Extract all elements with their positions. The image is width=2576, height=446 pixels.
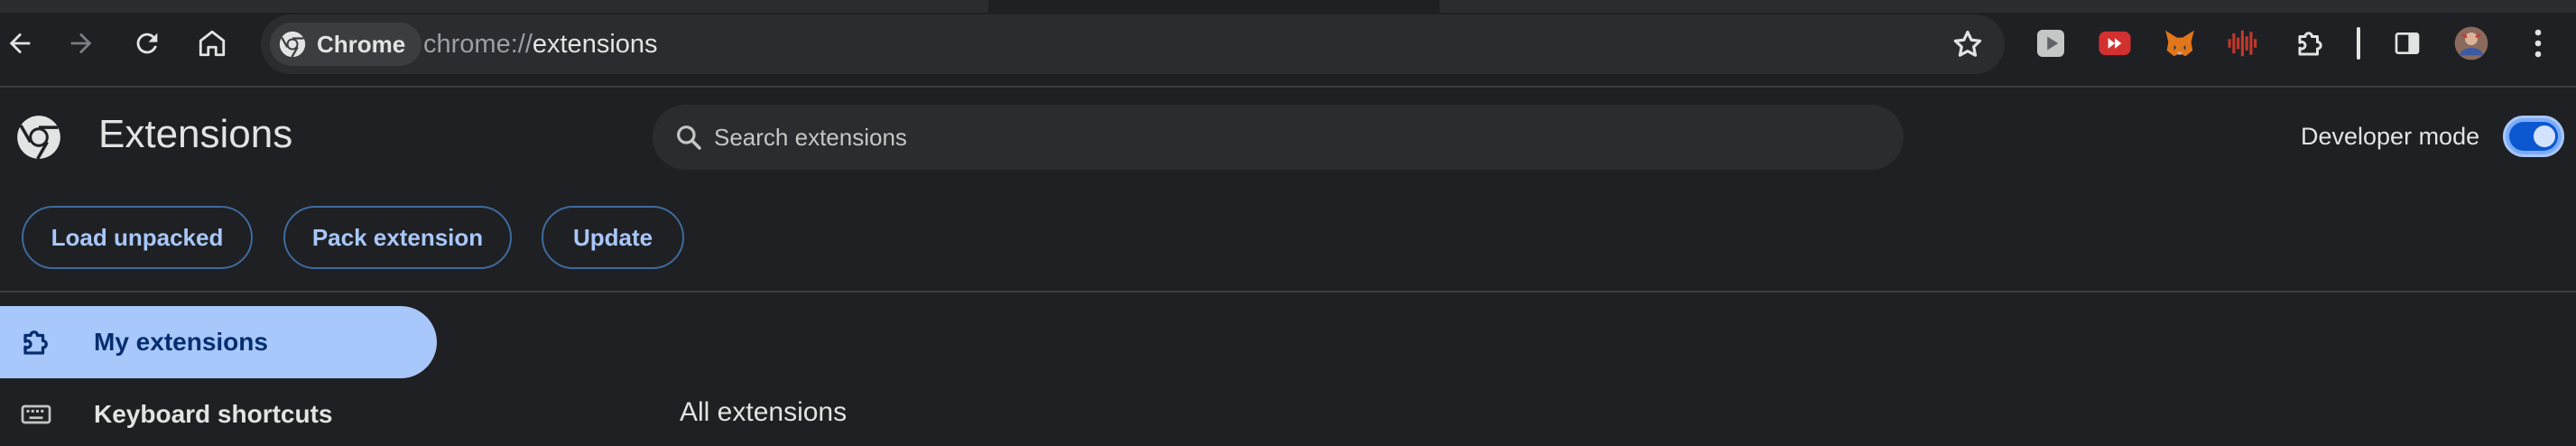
toggle-knob [2534, 125, 2555, 147]
browser-toolbar: Chrome chrome://extensions [0, 0, 2576, 86]
extensions-puzzle-icon[interactable] [2293, 25, 2329, 61]
play-extension-icon[interactable] [2033, 25, 2069, 61]
keyboard-icon [21, 404, 51, 424]
metamask-fox-icon[interactable] [2162, 25, 2198, 61]
sidebar-item-label: Keyboard shortcuts [94, 400, 333, 428]
section-title: All extensions [680, 397, 848, 427]
site-chip-label: Chrome [317, 30, 406, 58]
chrome-logo-icon [17, 116, 60, 160]
sidebar-item-label: My extensions [94, 328, 268, 356]
developer-mode-label: Developer mode [2301, 123, 2480, 150]
update-button[interactable]: Update [542, 206, 684, 269]
forward-icon [70, 33, 92, 54]
url-scheme: chrome:// [423, 29, 533, 59]
toggle-track [2509, 122, 2558, 151]
url-host: extensions [532, 29, 658, 59]
toolbar-divider-line [0, 86, 2576, 88]
side-panel-icon[interactable] [2389, 25, 2425, 61]
puzzle-icon [23, 330, 48, 355]
sidebar-item-keyboard-shortcuts[interactable]: Keyboard shortcuts [0, 378, 437, 446]
search-bar[interactable] [653, 105, 1904, 170]
site-chip[interactable]: Chrome [270, 23, 422, 66]
reload-button[interactable] [122, 18, 172, 69]
bookmark-star-icon[interactable] [1951, 27, 1985, 61]
header-divider-line [0, 291, 2576, 293]
tab-strip [0, 0, 2576, 13]
search-icon [677, 125, 701, 150]
back-icon [9, 33, 31, 54]
chrome-icon [279, 31, 306, 58]
reload-icon [136, 33, 158, 54]
toolbar-divider [2357, 27, 2360, 60]
more-menu-icon[interactable] [2520, 25, 2556, 61]
profile-avatar[interactable] [2453, 25, 2489, 61]
sidebar-item-my-extensions[interactable]: My extensions [0, 306, 437, 378]
developer-mode-toggle[interactable] [2503, 116, 2564, 157]
pack-extension-button[interactable]: Pack extension [283, 206, 512, 269]
active-tab[interactable] [988, 0, 1440, 13]
page-title: Extensions [98, 112, 293, 156]
audio-wave-extension-icon[interactable] [2226, 25, 2262, 61]
home-button[interactable] [187, 18, 237, 69]
forward-button[interactable] [56, 18, 107, 69]
search-input[interactable] [714, 105, 1869, 170]
back-button[interactable] [0, 18, 45, 69]
load-unpacked-button[interactable]: Load unpacked [22, 206, 253, 269]
home-icon [199, 30, 226, 57]
youtube-speed-extension-icon[interactable] [2097, 25, 2133, 61]
address-bar[interactable]: Chrome chrome://extensions [261, 14, 2005, 74]
url-text[interactable]: chrome://extensions [423, 14, 658, 74]
